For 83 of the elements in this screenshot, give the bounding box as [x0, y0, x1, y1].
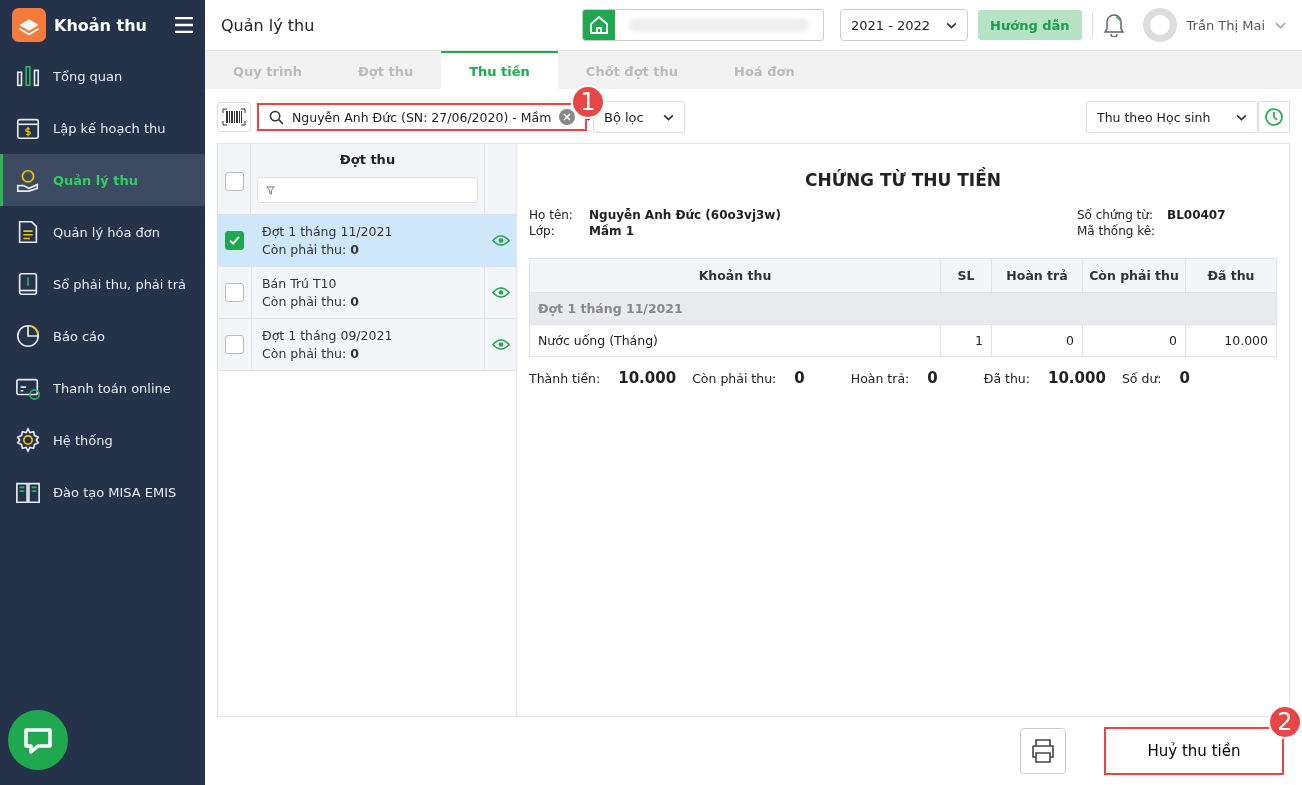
filter-icon	[266, 185, 275, 195]
history-button[interactable]	[1258, 101, 1290, 133]
pie-chart-icon	[15, 323, 41, 349]
page-title: Quản lý thu	[221, 15, 316, 35]
app-title: Khoản thu	[54, 15, 148, 35]
barcode-scan-button[interactable]	[217, 102, 251, 132]
checkbox[interactable]	[225, 231, 244, 250]
chat-button[interactable]	[8, 710, 68, 770]
column-header: Hoàn trả	[991, 258, 1083, 293]
batch-row[interactable]: Đợt 1 tháng 11/2021 Còn phải thu: 0	[218, 215, 516, 267]
field-label: Mã thống kê:	[1077, 224, 1157, 238]
batch-row[interactable]: Bán Trú T10 Còn phải thu: 0	[218, 267, 516, 319]
eye-icon[interactable]	[491, 235, 510, 246]
field-value: Nguyễn Anh Đức (60o3vj3w)	[589, 208, 781, 222]
check-icon	[229, 236, 240, 245]
total-label: Số dư:	[1121, 370, 1162, 386]
batch-row[interactable]: Đợt 1 tháng 09/2021 Còn phải thu: 0	[218, 319, 516, 371]
table-cell: 0	[991, 324, 1083, 357]
sidebar-item[interactable]: Hệ thống	[0, 414, 205, 466]
column-header: Còn phải thu	[1082, 258, 1186, 293]
gear-icon	[15, 427, 41, 453]
table-cell: 0	[1082, 324, 1186, 357]
school-field[interactable]	[581, 9, 824, 41]
total-label: Thành tiền:	[529, 370, 601, 386]
mode-dropdown[interactable]: Thu theo Học sinh	[1086, 101, 1258, 133]
eye-icon[interactable]	[491, 287, 510, 298]
total-value: 0	[927, 369, 938, 387]
amount-due: Còn phải thu: 0	[262, 242, 360, 257]
sidebar-item[interactable]: Đào tạo MISA EMIS	[0, 466, 205, 518]
batch-name: Đợt 1 tháng 11/2021	[262, 224, 394, 239]
print-button[interactable]	[1020, 728, 1066, 774]
total-value: 10.000	[1048, 369, 1106, 387]
clear-icon[interactable]	[559, 109, 576, 125]
total-label: Hoàn trả:	[850, 370, 910, 386]
money-hand-icon	[15, 167, 41, 193]
column-header: Khoản thu	[529, 258, 941, 293]
school-icon	[588, 15, 609, 35]
checkbox[interactable]	[224, 172, 244, 191]
menu-icon[interactable]	[175, 17, 193, 33]
logo-icon	[12, 8, 46, 42]
amount-due: Còn phải thu: 0	[262, 294, 360, 309]
checkbox[interactable]	[225, 335, 244, 354]
chevron-icon	[1236, 113, 1247, 121]
filter-field[interactable]	[257, 177, 478, 203]
field-value: BL00407	[1167, 208, 1226, 222]
sidebar-item[interactable]: Quản lý thu	[0, 154, 205, 206]
bar-chart-icon	[15, 63, 41, 89]
sidebar-item[interactable]: Sổ phải thu, phải trả	[0, 258, 205, 310]
field-label: Họ tên:	[529, 208, 574, 222]
chevron-icon	[946, 21, 958, 29]
total-label: Còn phải thu:	[692, 370, 777, 386]
eye-icon[interactable]	[491, 339, 510, 350]
sidebar-item[interactable]: Lập kế hoạch thu	[0, 102, 205, 154]
user-name[interactable]: Trần Thị Mai	[1186, 17, 1265, 33]
chevron-icon	[663, 113, 674, 121]
field-value: Mầm 1	[589, 224, 635, 238]
column-header: Đợt thu	[339, 152, 396, 167]
table-cell: 1	[940, 324, 992, 357]
chevron-icon[interactable]	[1275, 21, 1286, 29]
checkbox[interactable]	[225, 283, 244, 302]
group-row: Đợt 1 tháng 11/2021	[529, 292, 1277, 325]
field-label: Lớp:	[529, 224, 556, 238]
table-cell: 10.000	[1185, 324, 1277, 357]
sidebar-item[interactable]: Quản lý hóa đơn	[0, 206, 205, 258]
total-value: 0	[794, 369, 805, 387]
column-header: Đã thu	[1185, 258, 1277, 293]
sidebar-item[interactable]: Báo cáo	[0, 310, 205, 362]
sidebar-item[interactable]: Tổng quan	[0, 50, 205, 102]
year-dropdown[interactable]: 2021 - 2022	[839, 9, 969, 41]
callout-badge: 2	[1268, 705, 1302, 739]
batch-name: Bán Trú T10	[262, 276, 338, 291]
filter-dropdown[interactable]: Bộ lọc	[593, 101, 685, 133]
field-label: Số chứng từ:	[1077, 208, 1154, 222]
total-value: 10.000	[618, 369, 677, 387]
amount-due: Còn phải thu: 0	[262, 346, 360, 361]
search-icon	[269, 109, 284, 125]
sidebar-item[interactable]: Thanh toán online	[0, 362, 205, 414]
column-header: SL	[940, 258, 992, 293]
total-label: Đã thu:	[983, 370, 1030, 386]
bell-icon[interactable]	[1102, 13, 1125, 37]
batch-name: Đợt 1 tháng 09/2021	[262, 328, 394, 343]
total-value: 0	[1179, 369, 1190, 387]
table-cell: Nước uống (Tháng)	[529, 324, 941, 357]
